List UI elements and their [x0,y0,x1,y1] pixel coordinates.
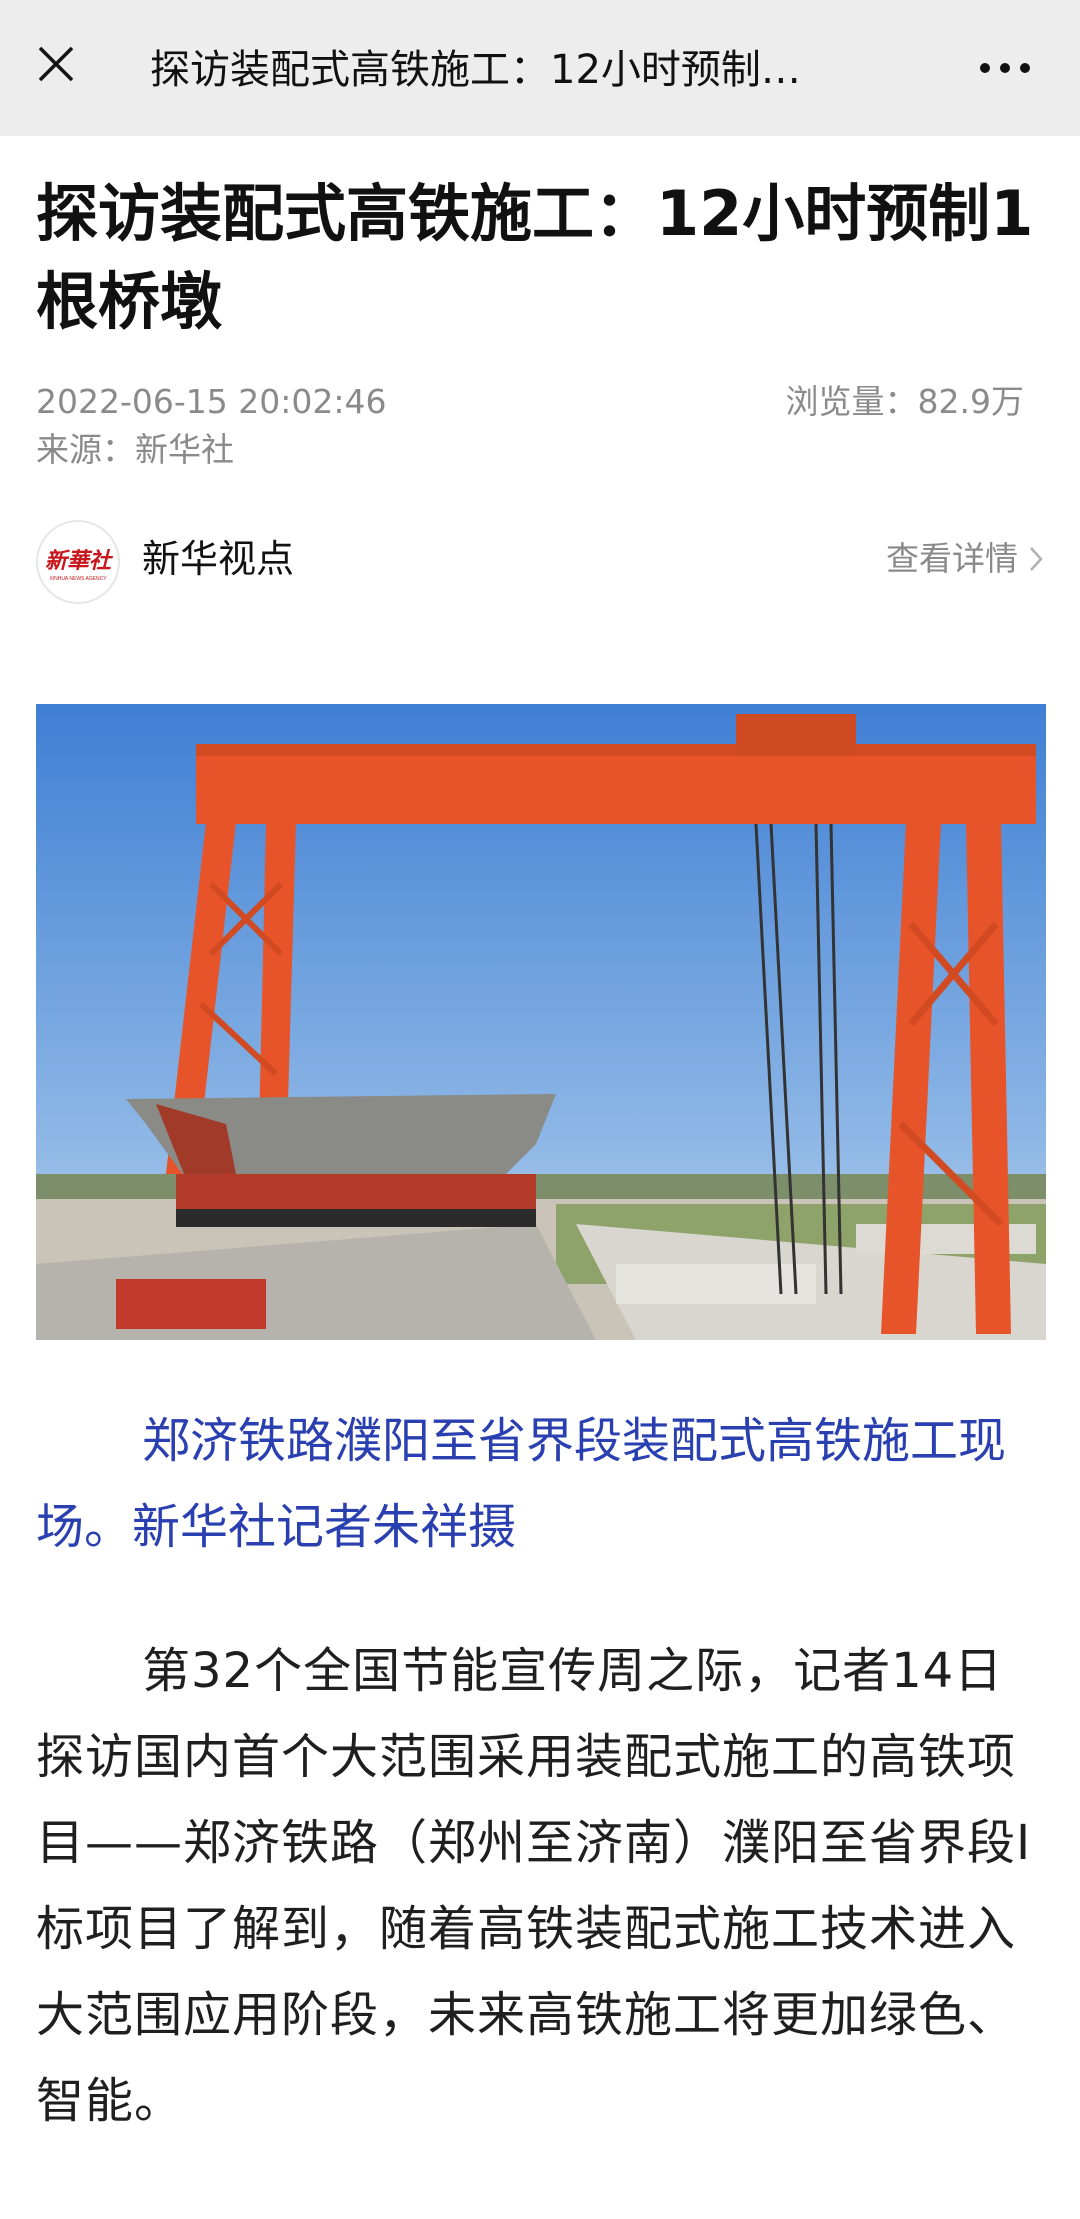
nav-title: 探访装配式高铁施工：12小时预制… [150,47,801,93]
view-details-label: 查看详情 [886,539,1018,578]
account-name[interactable]: 新华视点 [142,534,294,584]
close-button[interactable] [30,38,82,90]
more-dot [1000,63,1010,73]
image-caption: 郑济铁路濮阳至省界段装配式高铁施工现场。新华社记者朱祥摄 [36,1413,1007,1555]
svg-text:新華社: 新華社 [45,548,114,573]
publish-date: 2022-06-15 20:02:46 [36,382,387,421]
article-title: 探访装配式高铁施工：12小时预制1根桥墩 [36,177,1034,338]
top-nav-bar: 探访装配式高铁施工：12小时预制… [0,0,1080,136]
svg-text:XINHUA NEWS AGENCY: XINHUA NEWS AGENCY [49,576,107,582]
xinhua-logo-icon: 新華社 XINHUA NEWS AGENCY [40,524,116,600]
chevron-right-icon [1030,547,1043,571]
more-button[interactable] [970,40,1040,96]
gantry-crane-photo [36,704,1046,1340]
article-paragraph: 第32个全国节能宣传周之际，记者14日探访国内首个大范围采用装配式施工的高铁项目… [36,1643,1032,2129]
close-icon [38,46,74,82]
view-count: 浏览量：82.9万 [785,382,1024,421]
more-dots-icon [980,63,990,73]
view-details-link[interactable]: 查看详情 [886,536,1044,582]
account-row[interactable]: 新華社 XINHUA NEWS AGENCY 新华视点 查看详情 [36,514,1044,604]
article-source: 来源：新华社 [36,430,234,469]
article-photo[interactable] [36,704,1046,1340]
more-dot [1020,63,1030,73]
account-avatar[interactable]: 新華社 XINHUA NEWS AGENCY [36,520,120,604]
